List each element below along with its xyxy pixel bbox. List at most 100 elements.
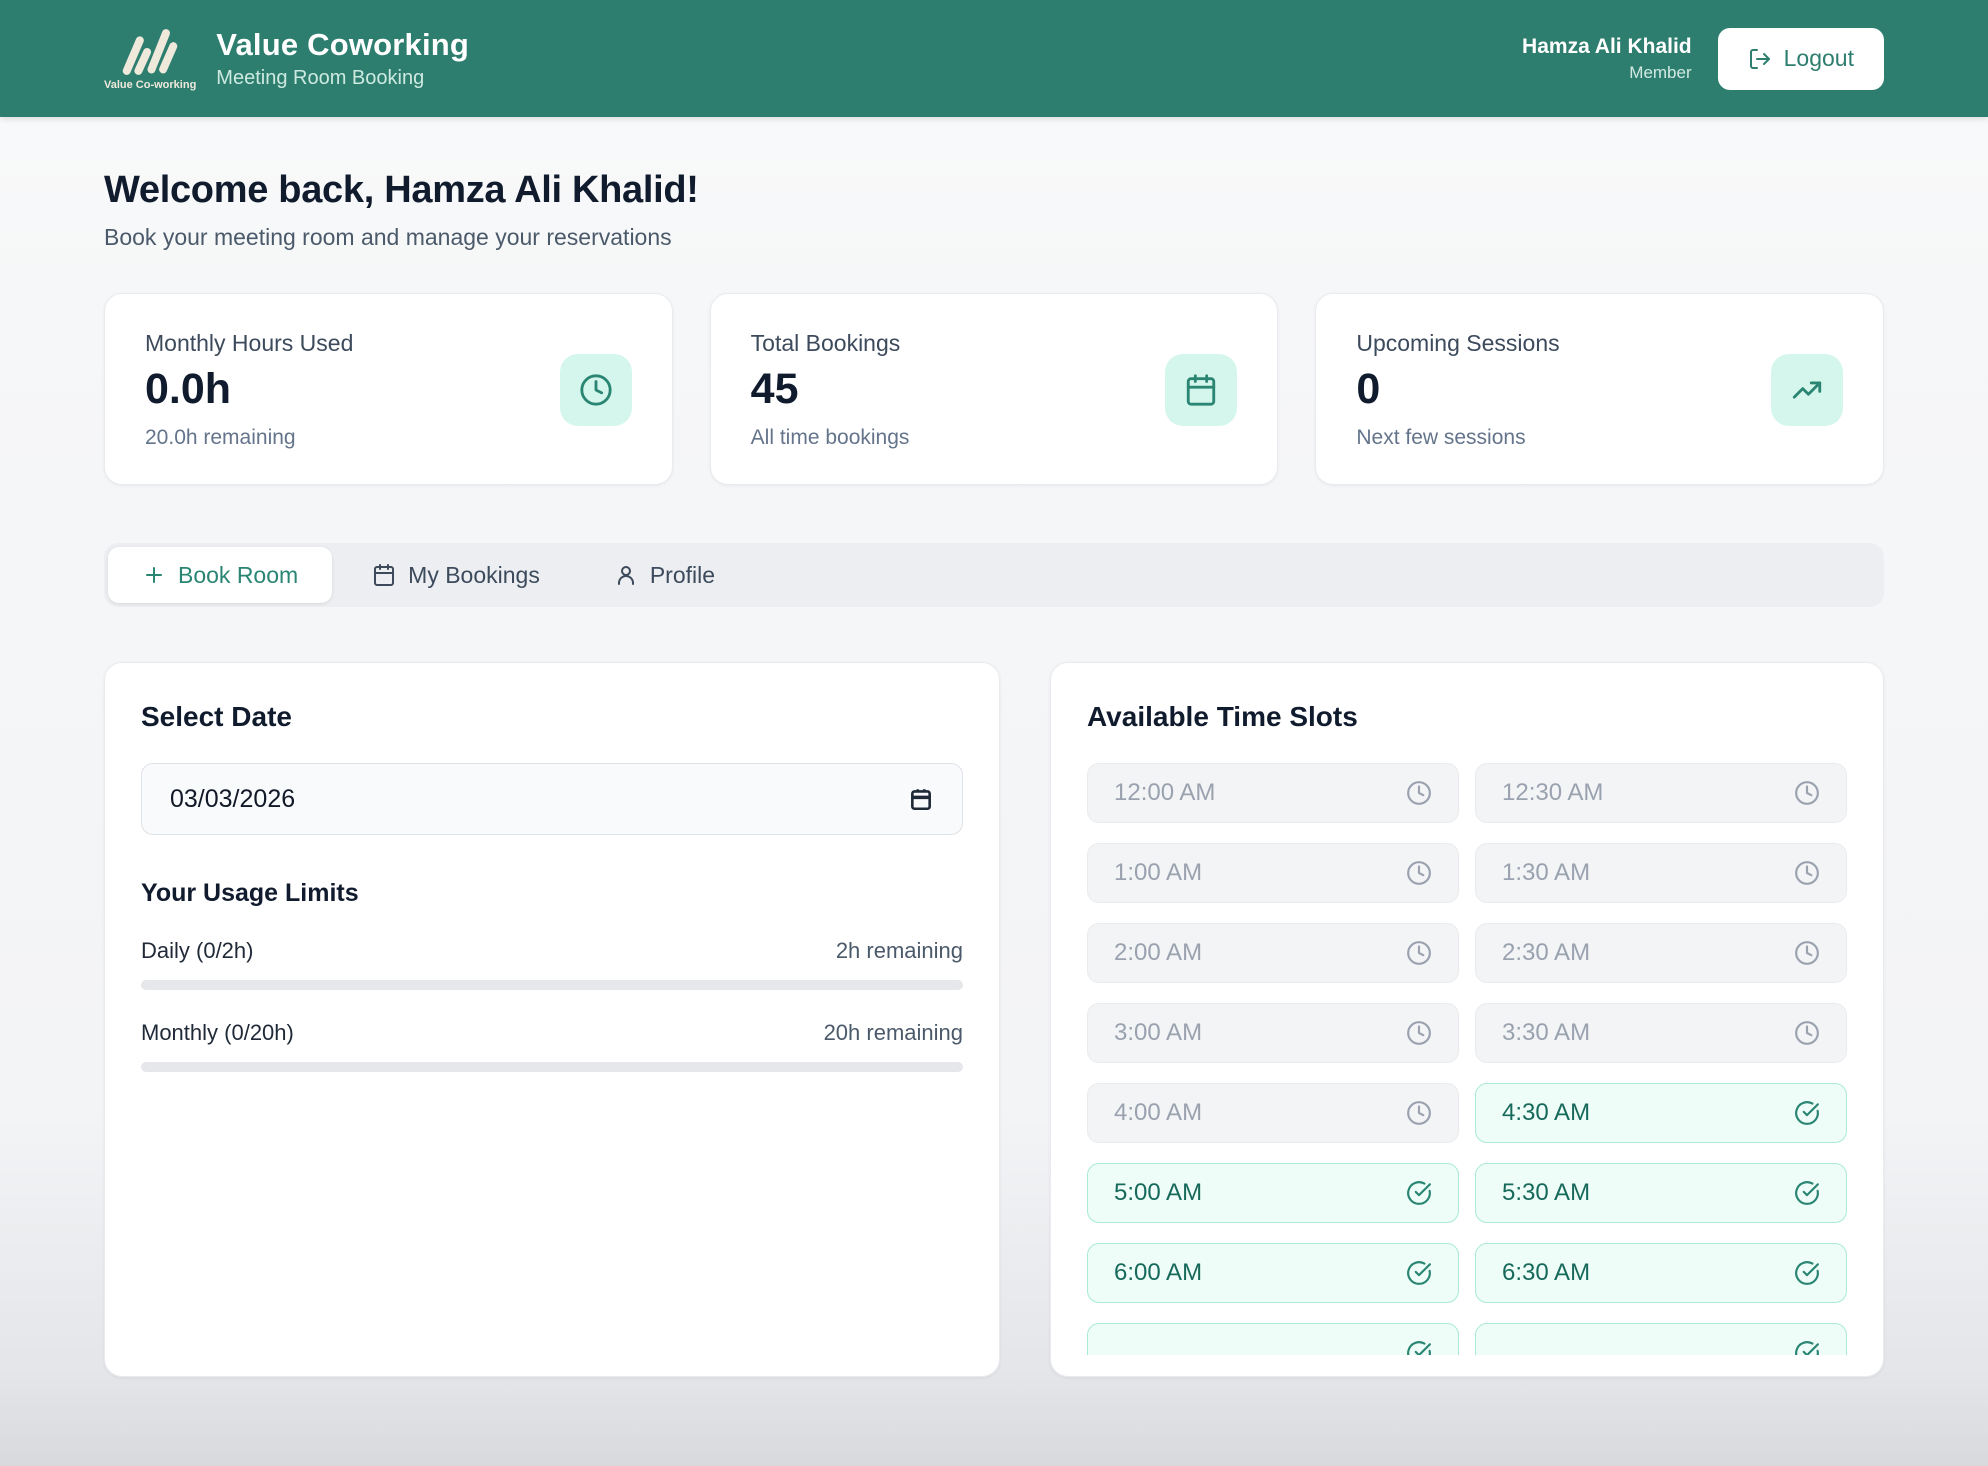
- stat-subtext: All time bookings: [751, 426, 1238, 450]
- check-circle-icon: [1406, 1180, 1432, 1206]
- user-icon: [614, 563, 638, 587]
- time-slot-label: 12:30 AM: [1502, 779, 1603, 807]
- time-slot-label: 4:30 AM: [1502, 1099, 1590, 1127]
- time-slot-label: 6:00 AM: [1114, 1259, 1202, 1287]
- calendar-picker-icon[interactable]: [908, 786, 934, 812]
- monthly-limit-label: Monthly (0/20h): [141, 1020, 294, 1046]
- usage-limits-title: Your Usage Limits: [141, 879, 963, 908]
- stat-label: Total Bookings: [751, 330, 1238, 357]
- time-slot[interactable]: 6:00 AM: [1087, 1243, 1459, 1303]
- clock-icon: [1406, 1100, 1432, 1126]
- stat-subtext: Next few sessions: [1356, 426, 1843, 450]
- logout-button[interactable]: Logout: [1718, 28, 1884, 90]
- tab-label: Book Room: [178, 562, 298, 589]
- logout-icon: [1748, 47, 1772, 71]
- tab-label: Profile: [650, 562, 715, 589]
- time-slot: 3:30 AM: [1475, 1003, 1847, 1063]
- logo-caption: Value Co-working: [104, 79, 196, 91]
- clock-icon: [1794, 1020, 1820, 1046]
- time-slot: 2:00 AM: [1087, 923, 1459, 983]
- clock-icon: [1406, 1020, 1432, 1046]
- page-title: Welcome back, Hamza Ali Khalid!: [104, 169, 1884, 212]
- calendar-icon: [1165, 354, 1237, 426]
- logo: Value Co-working: [104, 27, 196, 91]
- time-slot-label: 12:00 AM: [1114, 779, 1215, 807]
- check-circle-icon: [1406, 1340, 1432, 1355]
- time-slot-label: 2:30 AM: [1502, 939, 1590, 967]
- monthly-limit-remaining: 20h remaining: [824, 1020, 963, 1046]
- app-header: Value Co-working Value Coworking Meeting…: [0, 0, 1988, 117]
- daily-limit: Daily (0/2h) 2h remaining: [141, 938, 963, 990]
- monthly-limit: Monthly (0/20h) 20h remaining: [141, 1020, 963, 1072]
- time-slot: 3:00 AM: [1087, 1003, 1459, 1063]
- tab-book-room[interactable]: Book Room: [108, 547, 332, 603]
- clock-icon: [1406, 780, 1432, 806]
- time-slot[interactable]: 6:30 AM: [1475, 1243, 1847, 1303]
- time-slot: 4:00 AM: [1087, 1083, 1459, 1143]
- time-slot-label: 3:30 AM: [1502, 1019, 1590, 1047]
- brand: Value Co-working Value Coworking Meeting…: [104, 27, 469, 91]
- time-slot: 1:00 AM: [1087, 843, 1459, 903]
- time-slot[interactable]: [1475, 1323, 1847, 1355]
- time-slot: 2:30 AM: [1475, 923, 1847, 983]
- clock-icon: [1794, 780, 1820, 806]
- user-name: Hamza Ali Khalid: [1522, 35, 1692, 59]
- time-slot: 1:30 AM: [1475, 843, 1847, 903]
- user-role: Member: [1522, 63, 1692, 83]
- date-input[interactable]: 03/03/2026: [141, 763, 963, 835]
- time-slot[interactable]: [1087, 1323, 1459, 1355]
- select-date-title: Select Date: [141, 701, 963, 733]
- tab-my-bookings[interactable]: My Bookings: [338, 547, 574, 603]
- check-circle-icon: [1794, 1100, 1820, 1126]
- trending-up-icon: [1771, 354, 1843, 426]
- time-slot-label: 1:30 AM: [1502, 859, 1590, 887]
- stat-value: 0.0h: [145, 365, 632, 414]
- stat-card-total-bookings: Total Bookings 45 All time bookings: [710, 293, 1279, 485]
- calendar-icon: [372, 563, 396, 587]
- date-value: 03/03/2026: [170, 785, 295, 814]
- logout-label: Logout: [1784, 45, 1854, 72]
- tab-label: My Bookings: [408, 562, 540, 589]
- stat-label: Monthly Hours Used: [145, 330, 632, 357]
- stat-card-upcoming-sessions: Upcoming Sessions 0 Next few sessions: [1315, 293, 1884, 485]
- stat-subtext: 20.0h remaining: [145, 426, 632, 450]
- daily-limit-label: Daily (0/2h): [141, 938, 253, 964]
- stat-value: 45: [751, 365, 1238, 414]
- check-circle-icon: [1794, 1340, 1820, 1355]
- plus-icon: [142, 563, 166, 587]
- stat-card-monthly-hours: Monthly Hours Used 0.0h 20.0h remaining: [104, 293, 673, 485]
- time-slot[interactable]: 5:00 AM: [1087, 1163, 1459, 1223]
- clock-icon: [1406, 860, 1432, 886]
- stat-value: 0: [1356, 365, 1843, 414]
- time-slot[interactable]: 4:30 AM: [1475, 1083, 1847, 1143]
- time-slot-label: 5:00 AM: [1114, 1179, 1202, 1207]
- logo-slashes-icon: [118, 27, 182, 77]
- time-slot-label: 1:00 AM: [1114, 859, 1202, 887]
- clock-icon: [560, 354, 632, 426]
- check-circle-icon: [1794, 1260, 1820, 1286]
- tab-profile[interactable]: Profile: [580, 547, 749, 603]
- time-slot-label: 6:30 AM: [1502, 1259, 1590, 1287]
- time-slot-label: 5:30 AM: [1502, 1179, 1590, 1207]
- time-slot-label: 3:00 AM: [1114, 1019, 1202, 1047]
- page-subtitle: Book your meeting room and manage your r…: [104, 224, 1884, 251]
- check-circle-icon: [1406, 1260, 1432, 1286]
- time-slot[interactable]: 5:30 AM: [1475, 1163, 1847, 1223]
- app-title: Value Coworking: [216, 27, 469, 63]
- time-slot: 12:00 AM: [1087, 763, 1459, 823]
- stat-label: Upcoming Sessions: [1356, 330, 1843, 357]
- user-info: Hamza Ali Khalid Member: [1522, 35, 1692, 83]
- time-slots-panel: Available Time Slots 12:00 AM 12:30 AM 1…: [1050, 662, 1884, 1377]
- tab-bar: Book Room My Bookings Profile: [104, 543, 1884, 607]
- time-slots-title: Available Time Slots: [1087, 701, 1847, 733]
- time-slot: 12:30 AM: [1475, 763, 1847, 823]
- time-slot-label: 4:00 AM: [1114, 1099, 1202, 1127]
- daily-limit-remaining: 2h remaining: [836, 938, 963, 964]
- slots-grid: 12:00 AM 12:30 AM 1:00 AM 1:30 AM: [1087, 763, 1847, 1355]
- clock-icon: [1794, 860, 1820, 886]
- monthly-progress-bar: [141, 1062, 963, 1072]
- time-slot-label: 2:00 AM: [1114, 939, 1202, 967]
- clock-icon: [1406, 940, 1432, 966]
- check-circle-icon: [1794, 1180, 1820, 1206]
- stats-row: Monthly Hours Used 0.0h 20.0h remaining …: [104, 293, 1884, 485]
